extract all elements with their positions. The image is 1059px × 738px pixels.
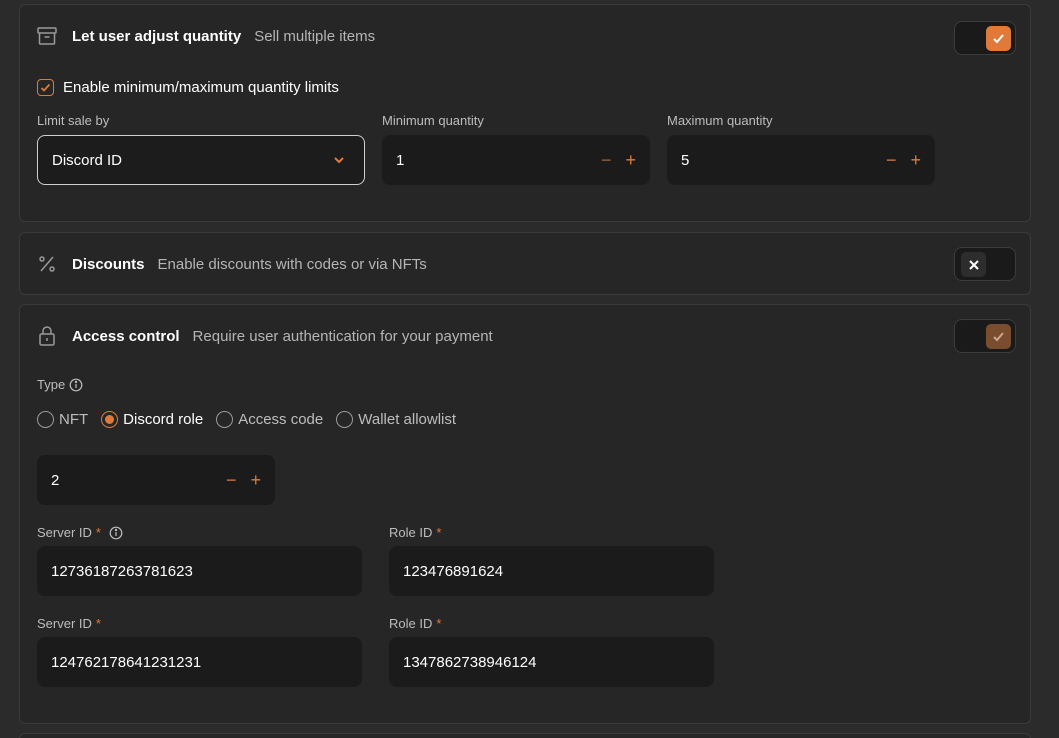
quantity-title: Let user adjust quantity (72, 27, 242, 45)
access-type-radio-group: NFT Discord role Access code Wallet allo… (37, 411, 456, 428)
radio-dot[interactable] (336, 411, 354, 428)
radio-label: NFT (59, 411, 89, 428)
role-id-label-text: Role ID (389, 616, 433, 631)
access-toggle[interactable] (954, 319, 1016, 353)
server-id-input[interactable]: 124762178641231231 (37, 637, 362, 687)
discounts-title: Discounts (72, 255, 145, 273)
percent-icon (36, 253, 58, 275)
radio-wallet-allowlist[interactable]: Wallet allowlist (336, 411, 456, 428)
stepper-buttons: − + (226, 455, 261, 505)
radio-label: Discord role (123, 411, 204, 428)
minus-icon[interactable]: − (601, 151, 612, 169)
role-id-input[interactable]: 123476891624 (389, 546, 714, 596)
plus-icon[interactable]: + (910, 151, 921, 169)
role-id-value: 1347862738946124 (403, 653, 537, 671)
type-label-row: Type (37, 377, 83, 392)
plus-icon[interactable]: + (250, 471, 261, 489)
check-icon (993, 34, 1004, 44)
server-id-label: Server ID * (37, 525, 123, 540)
radio-access-code[interactable]: Access code (216, 411, 323, 428)
chevron-down-icon (332, 153, 346, 171)
toggle-knob (986, 324, 1011, 349)
role-id-value: 123476891624 (403, 562, 504, 580)
server-id-label-text: Server ID (37, 616, 92, 631)
radio-nft[interactable]: NFT (37, 411, 88, 428)
required-mark: * (436, 616, 442, 631)
limit-sale-by-value: Discord ID (52, 151, 123, 169)
required-mark: * (436, 525, 442, 540)
info-icon[interactable] (69, 378, 83, 392)
limits-checkbox-label: Enable minimum/maximum quantity limits (63, 79, 339, 96)
discounts-subtitle: Enable discounts with codes or via NFTs (157, 255, 427, 273)
limit-sale-by-select[interactable]: Discord ID (37, 135, 365, 185)
type-label: Type (37, 377, 66, 392)
close-icon (968, 259, 979, 270)
quantity-header: Let user adjust quantity Sell multiple i… (20, 5, 1030, 67)
min-quantity-stepper[interactable]: 1 − + (382, 135, 650, 185)
radio-dot[interactable] (216, 411, 234, 428)
quantity-card: Let user adjust quantity Sell multiple i… (19, 4, 1031, 222)
radio-discord-role[interactable]: Discord role (101, 411, 203, 428)
check-icon (993, 332, 1004, 342)
radio-label: Wallet allowlist (358, 411, 457, 428)
access-control-card: Access control Require user authenticati… (19, 304, 1031, 724)
stepper-buttons: − + (886, 135, 921, 185)
radio-dot[interactable] (37, 411, 54, 428)
access-header: Access control Require user authenticati… (20, 305, 1030, 367)
minus-icon[interactable]: − (886, 151, 897, 169)
max-quantity-value: 5 (681, 151, 690, 169)
limits-checkbox-row[interactable]: Enable minimum/maximum quantity limits (37, 79, 339, 96)
max-quantity-label: Maximum quantity (667, 113, 773, 128)
role-id-label: Role ID * (389, 616, 441, 631)
server-id-value: 124762178641231231 (51, 653, 202, 671)
toggle-knob (961, 252, 986, 277)
role-count-value: 2 (51, 471, 60, 489)
required-mark: * (95, 616, 101, 631)
access-title-group: Access control Require user authenticati… (72, 328, 493, 345)
toggle-knob (986, 26, 1011, 51)
radio-dot[interactable] (101, 411, 119, 428)
access-title: Access control (72, 327, 180, 345)
limit-sale-by-label: Limit sale by (37, 113, 110, 128)
discounts-header: Discounts Enable discounts with codes or… (20, 233, 1030, 295)
quantity-subtitle: Sell multiple items (254, 27, 376, 45)
max-quantity-stepper[interactable]: 5 − + (667, 135, 935, 185)
next-card-edge (19, 733, 1031, 738)
radio-label: Access code (238, 411, 324, 428)
min-quantity-value: 1 (396, 151, 405, 169)
server-id-value: 12736187263781623 (51, 562, 193, 580)
access-subtitle: Require user authentication for your pay… (192, 327, 493, 345)
discounts-card: Discounts Enable discounts with codes or… (19, 232, 1031, 295)
server-id-label-text: Server ID (37, 525, 92, 540)
min-quantity-label: Minimum quantity (382, 113, 484, 128)
info-icon[interactable] (109, 526, 123, 540)
role-id-input[interactable]: 1347862738946124 (389, 637, 714, 687)
quantity-title-group: Let user adjust quantity Sell multiple i… (72, 28, 375, 45)
required-mark: * (95, 525, 101, 540)
server-id-label: Server ID * (37, 616, 101, 631)
archive-box-icon (36, 25, 58, 47)
discounts-toggle[interactable] (954, 247, 1016, 281)
server-id-input[interactable]: 12736187263781623 (37, 546, 362, 596)
role-id-label-text: Role ID (389, 525, 433, 540)
quantity-toggle[interactable] (954, 21, 1016, 55)
stepper-buttons: − + (601, 135, 636, 185)
minus-icon[interactable]: − (226, 471, 237, 489)
role-count-stepper[interactable]: 2 − + (37, 455, 275, 505)
check-icon (40, 83, 51, 92)
limits-checkbox[interactable] (37, 79, 54, 96)
lock-icon (36, 325, 58, 347)
discounts-title-group: Discounts Enable discounts with codes or… (72, 256, 427, 273)
role-id-label: Role ID * (389, 525, 441, 540)
plus-icon[interactable]: + (625, 151, 636, 169)
